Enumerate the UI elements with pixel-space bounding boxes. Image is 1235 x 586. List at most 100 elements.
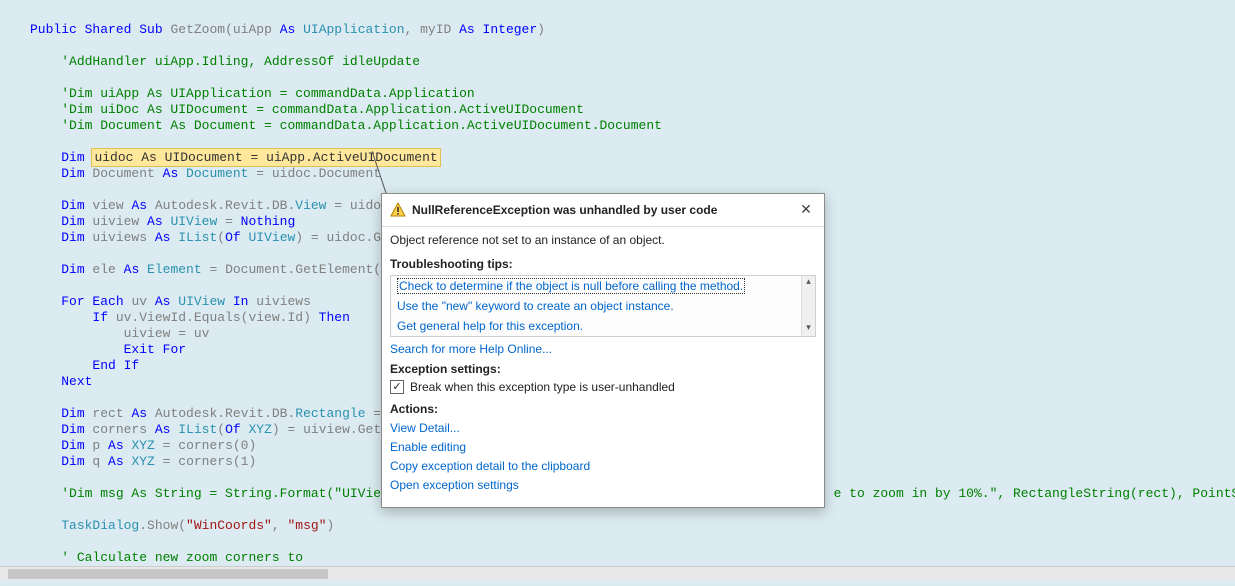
settings-heading: Exception settings: xyxy=(390,362,816,376)
code-token: UIView xyxy=(170,294,225,309)
tip-item[interactable]: Get general help for this exception. xyxy=(391,316,799,336)
code-token: Dim xyxy=(61,406,84,421)
tip-link[interactable]: Check to determine if the object is null… xyxy=(399,279,743,293)
code-token: Autodesk.Revit.DB. xyxy=(147,198,295,213)
code-token: Nothing xyxy=(241,214,296,229)
tip-link[interactable]: Get general help for this exception. xyxy=(397,319,583,333)
warning-icon xyxy=(390,202,406,218)
code-token: uv.ViewId.Equals(view.Id) xyxy=(108,310,319,325)
open-exception-settings-link[interactable]: Open exception settings xyxy=(390,478,816,492)
code-comment: e to zoom in by 10%.", RectangleString(r… xyxy=(834,486,1235,501)
code-token: XYZ xyxy=(124,454,155,469)
code-comment: 'Dim Document As Document = commandData.… xyxy=(61,118,662,133)
code-token: Rectangle xyxy=(295,406,365,421)
code-token: "WinCoords" xyxy=(186,518,272,533)
code-token: Dim xyxy=(61,454,84,469)
code-token: Of xyxy=(225,230,241,245)
code-token: uv xyxy=(124,294,155,309)
code-token: As xyxy=(131,406,147,421)
code-token: ) xyxy=(537,22,545,37)
code-token: As xyxy=(280,22,296,37)
tips-scrollbar[interactable]: ▴ ▾ xyxy=(801,276,815,336)
code-token: = uidoc.Document xyxy=(248,166,381,181)
scroll-down-button[interactable]: ▾ xyxy=(802,322,815,336)
code-comment: 'Dim uiApp As UIApplication = commandDat… xyxy=(61,86,474,101)
code-token: As xyxy=(155,230,171,245)
code-token: ( xyxy=(217,230,225,245)
code-token: view xyxy=(85,198,132,213)
code-token: End xyxy=(92,358,115,373)
code-token: rect xyxy=(85,406,132,421)
code-token: Document xyxy=(85,166,163,181)
enable-editing-link[interactable]: Enable editing xyxy=(390,440,816,454)
tips-listbox[interactable]: Check to determine if the object is null… xyxy=(390,275,816,337)
close-button[interactable]: ✕ xyxy=(796,200,816,220)
popup-header[interactable]: NullReferenceException was unhandled by … xyxy=(382,194,824,227)
code-token: Autodesk.Revit.DB. xyxy=(147,406,295,421)
code-token: As xyxy=(459,22,475,37)
code-token: Document xyxy=(178,166,248,181)
code-token: As xyxy=(108,438,124,453)
exception-highlight: uidoc As UIDocument = uiApp.ActiveUIDocu… xyxy=(92,149,439,166)
scroll-up-button[interactable]: ▴ xyxy=(802,276,815,290)
code-token: ) xyxy=(327,518,335,533)
popup-body: Object reference not set to an instance … xyxy=(382,227,824,507)
view-detail-link[interactable]: View Detail... xyxy=(390,421,816,435)
code-token: If xyxy=(116,358,139,373)
code-token: Then xyxy=(319,310,350,325)
code-comment: 'Dim msg As String = String.Format("UIVi… xyxy=(61,486,412,501)
code-token: Sub xyxy=(139,22,162,37)
code-token: GetZoom(uiApp xyxy=(170,22,279,37)
code-token: Dim xyxy=(61,198,84,213)
search-online-link[interactable]: Search for more Help Online... xyxy=(390,342,816,356)
tip-item[interactable]: Check to determine if the object is null… xyxy=(391,276,799,296)
code-token: UIApplication xyxy=(295,22,404,37)
code-token: IList xyxy=(170,230,217,245)
code-token: uiviews xyxy=(85,230,155,245)
code-token: As xyxy=(147,214,163,229)
code-token: IList xyxy=(170,422,217,437)
code-token: .Show( xyxy=(139,518,186,533)
break-checkbox[interactable]: ✓ xyxy=(390,380,404,394)
popup-title: NullReferenceException was unhandled by … xyxy=(412,203,796,217)
code-token: As xyxy=(155,294,171,309)
code-token: Exit xyxy=(124,342,155,357)
code-comment: 'Dim uiDoc As UIDocument = commandData.A… xyxy=(61,102,584,117)
tips-heading: Troubleshooting tips: xyxy=(390,257,816,271)
tip-link[interactable]: Use the "new" keyword to create an objec… xyxy=(397,299,674,313)
code-token: ( xyxy=(217,422,225,437)
tip-item[interactable]: Use the "new" keyword to create an objec… xyxy=(391,296,799,316)
code-token: Dim xyxy=(61,262,84,277)
code-token: Dim xyxy=(61,422,84,437)
code-token: "msg" xyxy=(287,518,326,533)
copy-detail-link[interactable]: Copy exception detail to the clipboard xyxy=(390,459,816,473)
code-token: = xyxy=(217,214,240,229)
code-token: For xyxy=(155,342,186,357)
code-token: Dim xyxy=(61,150,84,165)
code-token: Integer xyxy=(475,22,537,37)
code-comment: ' Calculate new zoom corners to xyxy=(61,550,303,565)
horizontal-scroll-thumb[interactable] xyxy=(8,569,328,579)
code-token: corners xyxy=(85,422,155,437)
code-token: UIView xyxy=(241,230,296,245)
actions-heading: Actions: xyxy=(390,402,816,416)
code-token: As xyxy=(124,262,140,277)
break-checkbox-label: Break when this exception type is user-u… xyxy=(410,380,675,394)
code-token: Dim xyxy=(61,230,84,245)
code-token: Of xyxy=(225,422,241,437)
code-token: ele xyxy=(85,262,124,277)
code-token: Shared xyxy=(85,22,132,37)
code-token: , myID xyxy=(405,22,460,37)
code-token: In xyxy=(225,294,248,309)
code-token: View xyxy=(295,198,326,213)
code-token: , xyxy=(272,518,288,533)
code-token: Dim xyxy=(61,438,84,453)
code-token: XYZ xyxy=(241,422,272,437)
code-token: Dim xyxy=(61,214,84,229)
break-checkbox-row[interactable]: ✓ Break when this exception type is user… xyxy=(390,380,816,394)
code-token: uiview xyxy=(85,214,147,229)
code-token: If xyxy=(92,310,108,325)
exception-message: Object reference not set to an instance … xyxy=(390,233,816,247)
code-token: Each xyxy=(85,294,124,309)
horizontal-scrollbar[interactable] xyxy=(0,566,1235,580)
